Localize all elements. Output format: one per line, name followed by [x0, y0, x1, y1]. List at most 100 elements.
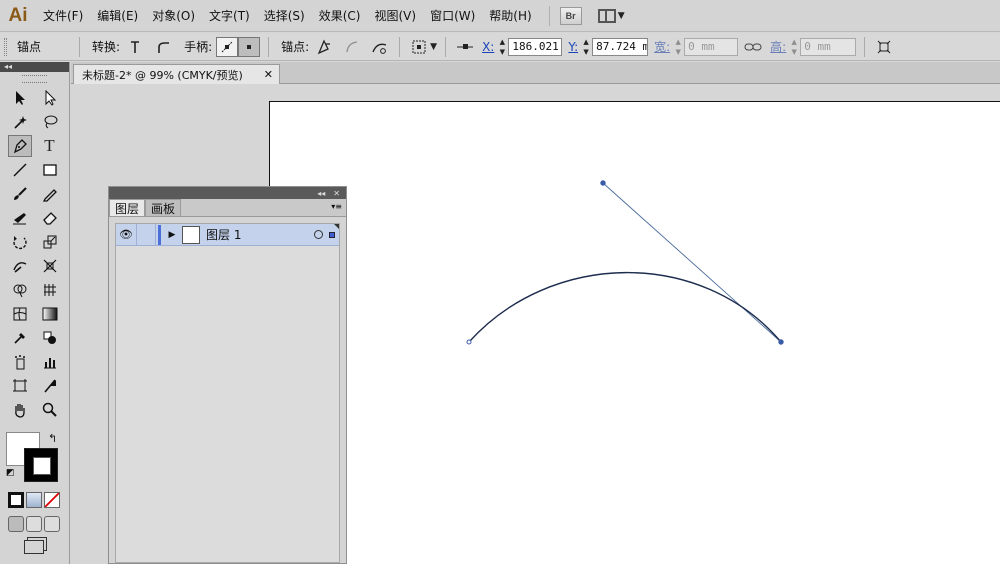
- color-mode-icon[interactable]: [8, 492, 24, 508]
- blob-brush-icon[interactable]: [8, 207, 32, 229]
- document-tab[interactable]: 未标题-2* @ 99% (CMYK/预览) ✕: [73, 64, 280, 84]
- mesh-icon[interactable]: [8, 303, 32, 325]
- eye-icon[interactable]: 👁: [116, 228, 136, 241]
- workspace-icon: [597, 8, 616, 23]
- symbol-sprayer-icon[interactable]: [8, 351, 32, 373]
- column-graph-icon[interactable]: [38, 351, 62, 373]
- lasso-icon[interactable]: [38, 111, 62, 133]
- show-handles-icon[interactable]: [216, 36, 239, 57]
- x-field[interactable]: 186.021 r: [508, 37, 563, 56]
- tools-panel-grip[interactable]: [22, 75, 47, 83]
- tools-panel-collapse[interactable]: ◂◂: [0, 62, 69, 72]
- type-icon[interactable]: T: [38, 135, 62, 157]
- line-segment-icon[interactable]: [8, 159, 32, 181]
- rotate-icon[interactable]: [8, 231, 32, 253]
- layer-name[interactable]: 图层 1: [206, 226, 241, 243]
- anchor-mode-label: 锚点: [17, 40, 42, 54]
- eyedropper-icon[interactable]: [8, 327, 32, 349]
- x-stepper[interactable]: ▲ ▼: [497, 38, 507, 56]
- tools-panel: ◂◂ T ↰ ◩: [0, 62, 70, 564]
- direct-selection-icon[interactable]: [38, 87, 62, 109]
- curved-path: [468, 271, 782, 343]
- menu-window[interactable]: 窗口(W): [423, 0, 482, 32]
- height-label: 高:: [770, 40, 787, 54]
- layer-row[interactable]: 👁 ▶ 图层 1: [116, 223, 339, 246]
- menu-effect[interactable]: 效果(C): [312, 0, 368, 32]
- shape-builder-icon[interactable]: [8, 279, 32, 301]
- menu-type[interactable]: 文字(T): [202, 0, 257, 32]
- default-colors-icon[interactable]: ◩: [6, 468, 15, 478]
- free-transform-icon[interactable]: [38, 255, 62, 277]
- reference-point-icon[interactable]: [454, 37, 476, 57]
- zoom-icon[interactable]: [38, 399, 62, 421]
- height-field[interactable]: 0 mm: [800, 37, 857, 56]
- width-stepper[interactable]: ▲ ▼: [673, 38, 683, 56]
- pencil-icon[interactable]: [38, 183, 62, 205]
- tab-layers[interactable]: 图层: [109, 199, 146, 216]
- gradient-mode-icon[interactable]: [26, 492, 42, 508]
- slice-icon[interactable]: [38, 375, 62, 397]
- height-stepper[interactable]: ▲ ▼: [789, 38, 799, 56]
- paintbrush-icon[interactable]: [8, 183, 32, 205]
- transform-icon[interactable]: [873, 37, 895, 57]
- target-icon[interactable]: [314, 230, 323, 239]
- warp-icon[interactable]: [8, 255, 32, 277]
- menu-object[interactable]: 对象(O): [145, 0, 202, 32]
- pen-icon[interactable]: [7, 135, 32, 157]
- lock-toggle[interactable]: [136, 223, 156, 246]
- layers-panel: ◂◂ ✕ 图层 画板 ▾≡ 👁 ▶ 图层 1: [108, 186, 347, 564]
- stroke-swatch[interactable]: [24, 448, 58, 482]
- y-label: Y:: [568, 39, 579, 54]
- rectangle-icon[interactable]: [38, 159, 62, 181]
- menu-bar: Ai 文件(F) 编辑(E) 对象(O) 文字(T) 选择(S) 效果(C) 视…: [0, 0, 1000, 32]
- remove-anchor-icon[interactable]: [313, 37, 335, 57]
- menu-file[interactable]: 文件(F): [36, 0, 90, 32]
- close-icon[interactable]: ✕: [333, 189, 340, 198]
- convert-smooth-icon[interactable]: [152, 37, 174, 57]
- connect-anchor-icon[interactable]: [341, 37, 363, 57]
- swap-fill-stroke-icon[interactable]: ↰: [48, 432, 57, 445]
- close-icon[interactable]: ✕: [264, 68, 273, 81]
- control-bar: 锚点 转换: 手柄: 锚点: ▼ X: ▲▼ 186.021 r Y: ▲▼ 8…: [0, 33, 1000, 61]
- draw-inside-icon[interactable]: [44, 516, 60, 532]
- expand-triangle-icon[interactable]: ▶: [165, 230, 179, 240]
- scale-icon[interactable]: [38, 231, 62, 253]
- gradient-icon[interactable]: [38, 303, 62, 325]
- none-mode-icon[interactable]: [44, 492, 60, 508]
- layers-panel-header[interactable]: ◂◂ ✕: [109, 187, 346, 199]
- bridge-button[interactable]: Br: [559, 6, 582, 25]
- draw-normal-icon[interactable]: [8, 516, 24, 532]
- isolate-object-icon[interactable]: [408, 37, 430, 57]
- artwork[interactable]: [270, 102, 1000, 564]
- workspace-switcher[interactable]: ▼: [597, 8, 625, 23]
- menu-edit[interactable]: 编辑(E): [90, 0, 145, 32]
- hand-icon[interactable]: [8, 399, 32, 421]
- y-field[interactable]: 87.724 mi: [592, 37, 649, 56]
- convert-corner-icon[interactable]: [124, 37, 146, 57]
- direction-handle-line: [602, 182, 782, 343]
- artboard-icon[interactable]: [8, 375, 32, 397]
- menu-view[interactable]: 视图(V): [367, 0, 423, 32]
- cut-path-icon[interactable]: [369, 37, 391, 57]
- hide-handles-icon[interactable]: [238, 36, 261, 57]
- tab-artboards[interactable]: 画板: [145, 199, 182, 216]
- chevron-down-icon[interactable]: ▼: [430, 42, 437, 52]
- collapse-icon[interactable]: ◂◂: [317, 189, 325, 198]
- menu-select[interactable]: 选择(S): [257, 0, 312, 32]
- magic-wand-icon[interactable]: [8, 111, 32, 133]
- perspective-grid-icon[interactable]: [38, 279, 62, 301]
- panel-menu-icon[interactable]: ▾≡: [331, 202, 342, 211]
- selection-indicator-icon[interactable]: [329, 231, 335, 238]
- menu-help[interactable]: 帮助(H): [482, 0, 538, 32]
- app-logo: Ai: [8, 4, 28, 26]
- y-stepper[interactable]: ▲ ▼: [581, 38, 591, 56]
- blend-icon[interactable]: [38, 327, 62, 349]
- width-field[interactable]: 0 mm: [684, 37, 739, 56]
- artboard[interactable]: [269, 101, 1000, 564]
- selection-arrow-icon[interactable]: [8, 87, 32, 109]
- eraser-icon[interactable]: [38, 207, 62, 229]
- link-proportions-icon[interactable]: [742, 37, 764, 57]
- control-bar-grip[interactable]: [4, 37, 7, 56]
- draw-behind-icon[interactable]: [26, 516, 42, 532]
- screen-mode-icon[interactable]: [24, 540, 44, 554]
